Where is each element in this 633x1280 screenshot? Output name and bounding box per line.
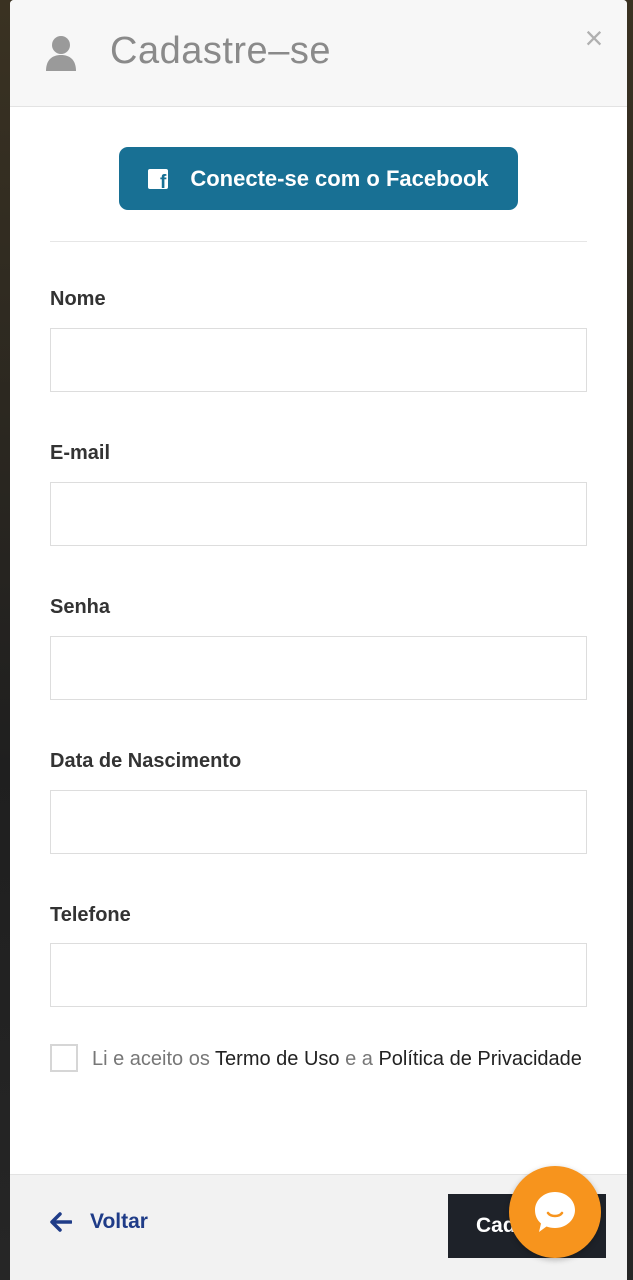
email-label: E-mail <box>50 442 111 464</box>
name-label: Nome <box>50 288 106 310</box>
back-button[interactable]: Voltar <box>50 1208 148 1236</box>
modal-title: Cadastre–se <box>110 30 331 72</box>
terms-middle: e a <box>339 1048 379 1070</box>
modal-header: Cadastre–se × <box>10 0 627 107</box>
privacy-policy-link[interactable]: Política de Privacidade <box>378 1048 581 1070</box>
terms-consent: Li e aceito os Termo de Uso e a Política… <box>50 1044 590 1073</box>
user-icon <box>46 36 76 71</box>
facebook-button-label: Conecte-se com o Facebook <box>190 165 489 191</box>
arrow-left-icon <box>50 1212 72 1232</box>
birthdate-input[interactable] <box>50 790 587 854</box>
phone-input[interactable] <box>50 943 587 1007</box>
divider <box>50 241 587 242</box>
back-label: Voltar <box>90 1210 148 1233</box>
facebook-icon: f <box>148 168 169 192</box>
phone-label: Telefone <box>50 904 131 926</box>
chat-widget-button[interactable] <box>509 1166 601 1258</box>
terms-checkbox[interactable] <box>50 1044 78 1072</box>
terms-of-use-link[interactable]: Termo de Uso <box>215 1048 340 1070</box>
password-label: Senha <box>50 596 111 618</box>
signup-modal: Cadastre–se × f Conecte-se com o Faceboo… <box>10 0 627 1280</box>
birthdate-label: Data de Nascimento <box>50 750 242 772</box>
close-icon[interactable]: × <box>582 22 606 54</box>
password-input[interactable] <box>50 636 587 700</box>
terms-prefix: Li e aceito os <box>92 1048 216 1070</box>
email-input[interactable] <box>50 482 587 546</box>
facebook-connect-button[interactable]: f Conecte-se com o Facebook <box>119 147 518 210</box>
name-input[interactable] <box>50 328 587 392</box>
chat-icon <box>535 1192 575 1232</box>
